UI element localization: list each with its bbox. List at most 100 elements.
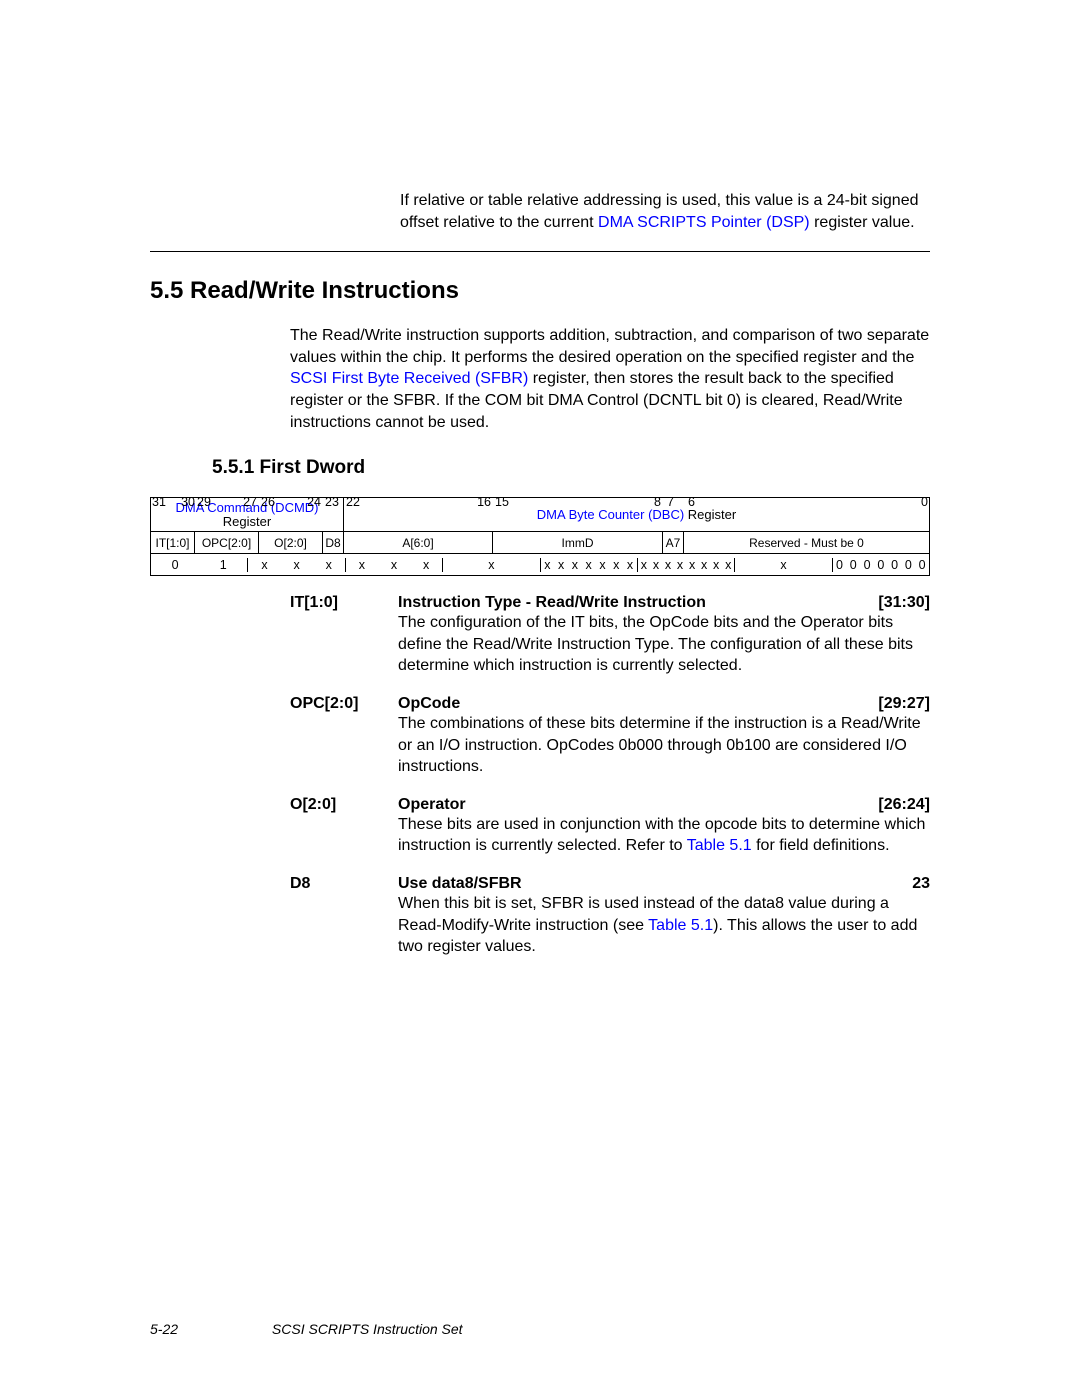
- row-field-names: IT[1:0] OPC[2:0] O[2:0] D8 A[6:0] ImmD A…: [151, 531, 929, 553]
- bit: 0: [888, 558, 902, 572]
- bit: 0: [860, 558, 874, 572]
- cell-immd: ImmD: [492, 532, 662, 553]
- bit: 0: [915, 558, 929, 572]
- text: Register: [223, 515, 271, 529]
- cell-a7: A7: [662, 532, 683, 553]
- cell-o: O[2:0]: [258, 532, 322, 553]
- bit: x: [582, 558, 596, 572]
- link-dbc[interactable]: DMA Byte Counter (DBC): [537, 507, 684, 522]
- cell-it: IT[1:0]: [151, 532, 194, 553]
- bit: x: [378, 558, 410, 572]
- bits-immd: x x x x x x x x: [637, 558, 734, 572]
- field-description: These bits are used in conjunction with …: [398, 814, 930, 857]
- bit: x: [609, 558, 623, 572]
- field-title: OpCode: [398, 695, 858, 713]
- bit-label: 22: [346, 495, 360, 509]
- bits-d8: x: [442, 558, 539, 572]
- bit: x: [596, 558, 610, 572]
- doc-title: SCSI SCRIPTS Instruction Set: [272, 1321, 463, 1337]
- bit: x: [698, 558, 710, 572]
- bit-label: 24: [307, 495, 321, 509]
- field-item: O[2:0] Operator [26:24] These bits are u…: [290, 796, 930, 857]
- cell-a: A[6:0]: [343, 532, 492, 553]
- field-bit-range: [26:24]: [878, 796, 930, 814]
- bit: 1: [199, 558, 247, 572]
- page-footer: 5-22 SCSI SCRIPTS Instruction Set: [150, 1321, 463, 1337]
- bit: x: [541, 558, 555, 572]
- cell-reserved: Reserved - Must be 0: [683, 532, 929, 553]
- field-item: OPC[2:0] OpCode [29:27] The combinations…: [290, 695, 930, 778]
- bit: x: [623, 558, 637, 572]
- field-body: Operator [26:24] These bits are used in …: [398, 796, 930, 857]
- bit: x: [638, 558, 650, 572]
- page-number: 5-22: [150, 1321, 178, 1337]
- bit: x: [554, 558, 568, 572]
- bit-label: 23: [325, 495, 339, 509]
- bit: 0: [874, 558, 888, 572]
- bit: x: [281, 558, 313, 572]
- field-label: OPC[2:0]: [290, 695, 398, 778]
- field-item: D8 Use data8/SFBR 23 When this bit is se…: [290, 875, 930, 958]
- field-body: OpCode [29:27] The combinations of these…: [398, 695, 930, 778]
- section-heading: 5.5 Read/Write Instructions: [150, 277, 930, 305]
- field-title: Instruction Type - Read/Write Instructio…: [398, 594, 858, 612]
- bit-label: 30: [181, 495, 195, 509]
- cell-opc: OPC[2:0]: [194, 532, 258, 553]
- intro-paragraph: If relative or table relative addressing…: [400, 190, 930, 233]
- bit-label: 26: [261, 495, 275, 509]
- field-body: Use data8/SFBR 23 When this bit is set, …: [398, 875, 930, 958]
- bit: x: [568, 558, 582, 572]
- link-dma-scripts-pointer[interactable]: DMA SCRIPTS Pointer (DSP): [598, 214, 810, 231]
- field-bit-range: 23: [912, 875, 930, 893]
- bits-reserved: 0 0 0 0 0 0 0: [832, 558, 929, 572]
- link-table[interactable]: Table 5.1: [687, 837, 752, 854]
- bit: x: [248, 558, 280, 572]
- bit-label: 15: [495, 495, 509, 509]
- text: Register: [684, 507, 736, 522]
- bit-label: 27: [243, 495, 257, 509]
- bit: 0: [833, 558, 847, 572]
- bit: 0: [846, 558, 860, 572]
- bit-label: 16: [477, 495, 491, 509]
- bit: x: [662, 558, 674, 572]
- field-description: The combinations of these bits determine…: [398, 713, 930, 778]
- bit-label: 31: [152, 495, 166, 509]
- subsection-heading: 5.5.1 First Dword: [212, 457, 930, 479]
- bit-label: 7: [667, 495, 674, 509]
- field-title: Operator: [398, 796, 858, 814]
- bit: x: [722, 558, 734, 572]
- field-body: Instruction Type - Read/Write Instructio…: [398, 594, 930, 677]
- bit: x: [410, 558, 442, 572]
- bits-opc: x x x: [247, 558, 344, 572]
- bit-layout-table: 31 30 29 27 26 24 23 22 16 15 8: [150, 495, 930, 576]
- bit: x: [735, 558, 831, 572]
- field-title: Use data8/SFBR: [398, 875, 892, 893]
- field-bit-range: [31:30]: [878, 594, 930, 612]
- field-description: When this bit is set, SFBR is used inste…: [398, 893, 930, 958]
- bits-a7: x: [734, 558, 831, 572]
- bit-label: 6: [688, 495, 695, 509]
- cell-dbc: DMA Byte Counter (DBC) Register: [343, 498, 929, 531]
- row-bit-values: 0 1 x x x x x x x x x: [151, 553, 929, 575]
- field-label: D8: [290, 875, 398, 958]
- text: The Read/Write instruction supports addi…: [290, 327, 929, 366]
- bits-o: x x x: [345, 558, 442, 572]
- field-label: IT[1:0]: [290, 594, 398, 677]
- bit: x: [686, 558, 698, 572]
- bit: x: [346, 558, 378, 572]
- bits-it: 0 1: [151, 558, 247, 572]
- bit-label: 8: [654, 495, 661, 509]
- link-sfbr[interactable]: SCSI First Byte Received (SFBR): [290, 370, 528, 387]
- bit-label: 0: [921, 495, 928, 509]
- bit: x: [674, 558, 686, 572]
- page: If relative or table relative addressing…: [0, 0, 1080, 1397]
- bit: x: [443, 558, 539, 572]
- bit: 0: [901, 558, 915, 572]
- text: register value.: [810, 214, 915, 231]
- field-label: O[2:0]: [290, 796, 398, 857]
- link-table[interactable]: Table 5.1: [648, 917, 713, 934]
- field-item: IT[1:0] Instruction Type - Read/Write In…: [290, 594, 930, 677]
- bit: x: [650, 558, 662, 572]
- bit: 0: [151, 558, 199, 572]
- bits-a: x x x x x x x: [540, 558, 637, 572]
